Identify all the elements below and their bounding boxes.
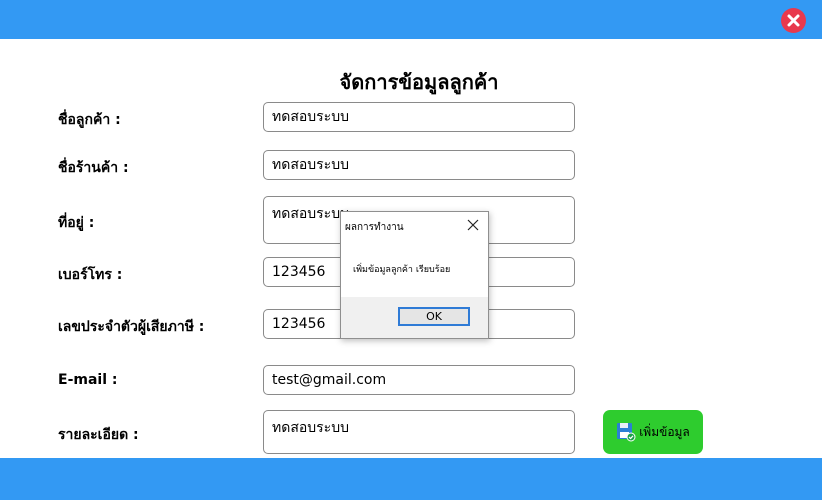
email-input[interactable] bbox=[263, 365, 575, 395]
ok-button[interactable]: OK bbox=[398, 307, 470, 326]
phone-label: เบอร์โทร : bbox=[58, 267, 123, 283]
window-close-button[interactable] bbox=[781, 8, 806, 33]
save-icon bbox=[617, 423, 636, 442]
shop-name-input[interactable] bbox=[263, 150, 575, 180]
title-bar bbox=[0, 0, 822, 39]
shop-name-label: ชื่อร้านค้า : bbox=[58, 160, 129, 176]
tax-id-label: เลขประจำตัวผู้เสียภาษี : bbox=[58, 319, 205, 335]
page-title: จัดการข้อมูลลูกค้า bbox=[339, 70, 499, 94]
dialog-footer: OK bbox=[341, 297, 488, 338]
details-textarea[interactable]: ทดสอบระบบ bbox=[263, 410, 575, 454]
bottom-bar bbox=[0, 458, 822, 500]
close-icon[interactable] bbox=[466, 218, 480, 232]
dialog-message: เพิ่มข้อมูลลูกค้า เรียบร้อย bbox=[353, 265, 451, 275]
customer-name-input[interactable] bbox=[263, 102, 575, 132]
close-icon bbox=[787, 14, 800, 27]
add-data-button[interactable]: เพิ่มข้อมูล bbox=[603, 410, 703, 454]
customer-name-label: ชื่อลูกค้า : bbox=[58, 112, 121, 128]
details-label: รายละเอียด : bbox=[58, 427, 139, 443]
address-label: ที่อยู่ : bbox=[58, 215, 95, 231]
add-data-button-label: เพิ่มข้อมูล bbox=[639, 424, 690, 439]
dialog-title: ผลการทำงาน bbox=[345, 222, 404, 233]
email-label: E-mail : bbox=[58, 372, 118, 388]
result-dialog: ผลการทำงาน เพิ่มข้อมูลลูกค้า เรียบร้อย O… bbox=[340, 211, 489, 339]
